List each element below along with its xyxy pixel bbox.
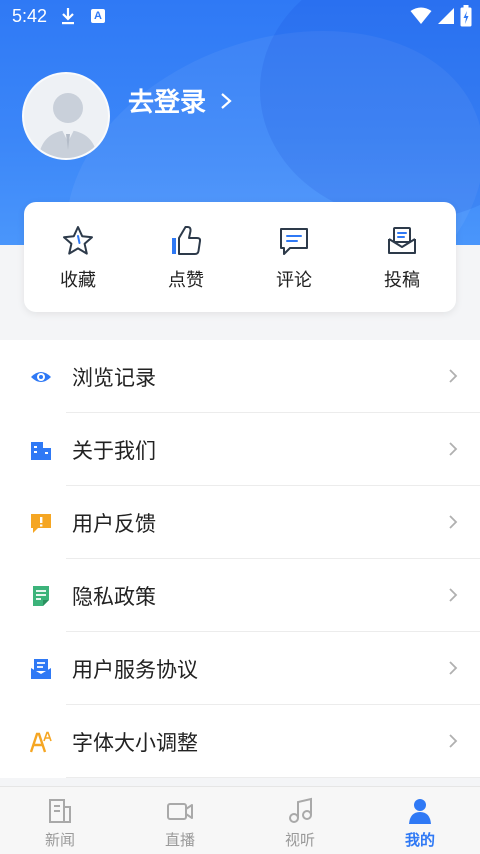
eye-icon xyxy=(31,372,51,382)
quick-actions-card: 收藏 点赞 评论 投稿 xyxy=(24,202,456,312)
menu-label: 用户服务协议 xyxy=(72,658,198,682)
menu-label: 浏览记录 xyxy=(72,366,156,390)
login-link[interactable]: 去登录 xyxy=(128,82,232,119)
comment-icon xyxy=(280,228,308,255)
news-icon xyxy=(49,799,71,823)
wifi-icon xyxy=(410,7,432,24)
avatar[interactable] xyxy=(22,72,110,160)
agreement-icon xyxy=(31,659,51,679)
tab-label: 我的 xyxy=(404,831,435,849)
menu-label: 隐私政策 xyxy=(72,585,156,609)
menu-user-feedback[interactable]: 用户反馈 xyxy=(0,486,480,559)
tab-label: 视听 xyxy=(284,831,315,849)
tab-news[interactable]: 新闻 xyxy=(0,787,120,854)
menu-browsing-history[interactable]: 浏览记录 xyxy=(0,340,480,413)
live-icon xyxy=(167,803,193,820)
tab-label: 直播 xyxy=(164,831,195,849)
tab-audio-video[interactable]: 视听 xyxy=(240,787,360,854)
user-icon xyxy=(409,799,431,824)
menu-font-size[interactable]: 字体大小调整 xyxy=(0,705,480,778)
menu-label: 关于我们 xyxy=(72,439,156,463)
status-bar: 5:42 A xyxy=(0,0,480,34)
action-label: 投稿 xyxy=(384,270,420,291)
document-icon xyxy=(33,586,49,606)
default-avatar-icon xyxy=(38,93,98,158)
status-time: 5:42 xyxy=(12,6,48,26)
tab-label: 新闻 xyxy=(44,831,75,849)
menu-about-us[interactable]: 关于我们 xyxy=(0,413,480,486)
menu-label: 用户反馈 xyxy=(72,512,156,536)
tab-live[interactable]: 直播 xyxy=(120,787,240,854)
signal-icon xyxy=(438,8,454,24)
chevron-right-icon xyxy=(449,442,458,456)
menu-privacy-policy[interactable]: 隐私政策 xyxy=(0,559,480,632)
chevron-right-icon xyxy=(449,515,458,529)
action-label: 点赞 xyxy=(168,270,204,291)
submit-icon xyxy=(388,227,416,254)
menu-user-agreement[interactable]: 用户服务协议 xyxy=(0,632,480,705)
action-label: 评论 xyxy=(276,270,312,291)
menu-label: 字体大小调整 xyxy=(72,731,198,755)
chevron-right-icon xyxy=(221,92,232,109)
bottom-navigation: 新闻 直播 视听 我的 xyxy=(0,786,480,854)
thumbs-up-icon xyxy=(172,226,202,255)
building-icon xyxy=(31,442,51,460)
action-likes[interactable]: 点赞 xyxy=(132,202,240,312)
star-icon xyxy=(63,226,93,255)
download-icon xyxy=(62,8,74,25)
tab-mine[interactable]: 我的 xyxy=(360,787,480,854)
chevron-right-icon xyxy=(449,734,458,748)
chevron-right-icon xyxy=(449,588,458,602)
action-comments[interactable]: 评论 xyxy=(240,202,348,312)
login-label: 去登录 xyxy=(128,88,207,118)
a-notification-icon: A xyxy=(91,9,105,23)
battery-icon xyxy=(460,5,472,27)
action-favorites[interactable]: 收藏 xyxy=(24,202,132,312)
feedback-icon xyxy=(31,514,51,533)
music-icon xyxy=(289,797,312,823)
action-submissions[interactable]: 投稿 xyxy=(348,202,456,312)
action-label: 收藏 xyxy=(60,270,96,291)
settings-menu: 浏览记录 关于我们 用户反馈 隐私政策 用户服务协议 字体大小调整 xyxy=(0,340,480,778)
chevron-right-icon xyxy=(449,661,458,675)
chevron-right-icon xyxy=(449,369,458,383)
font-size-icon xyxy=(30,731,52,753)
